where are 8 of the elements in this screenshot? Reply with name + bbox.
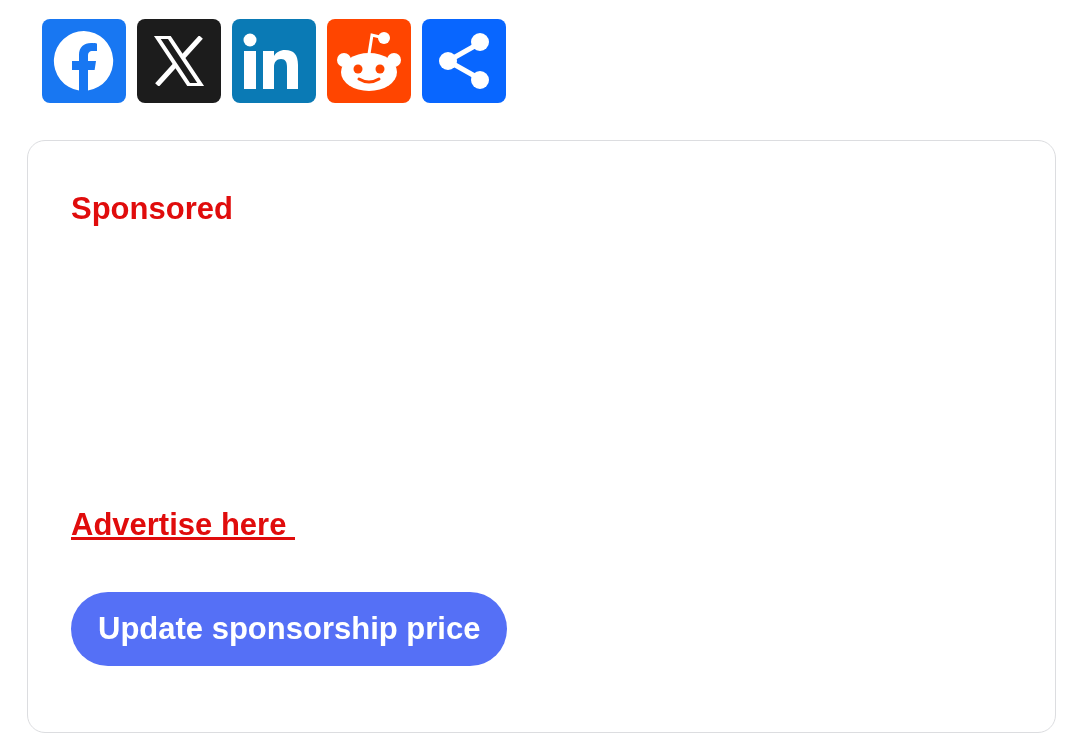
facebook-icon [53, 30, 115, 92]
advertise-link[interactable]: Advertise here [71, 505, 295, 545]
sponsored-label: Sponsored [71, 190, 233, 228]
reddit-icon [336, 30, 402, 92]
x-icon [153, 36, 205, 86]
share-icon [438, 33, 490, 89]
update-price-button[interactable]: Update sponsorship price [71, 592, 508, 666]
share-button[interactable] [137, 19, 221, 103]
